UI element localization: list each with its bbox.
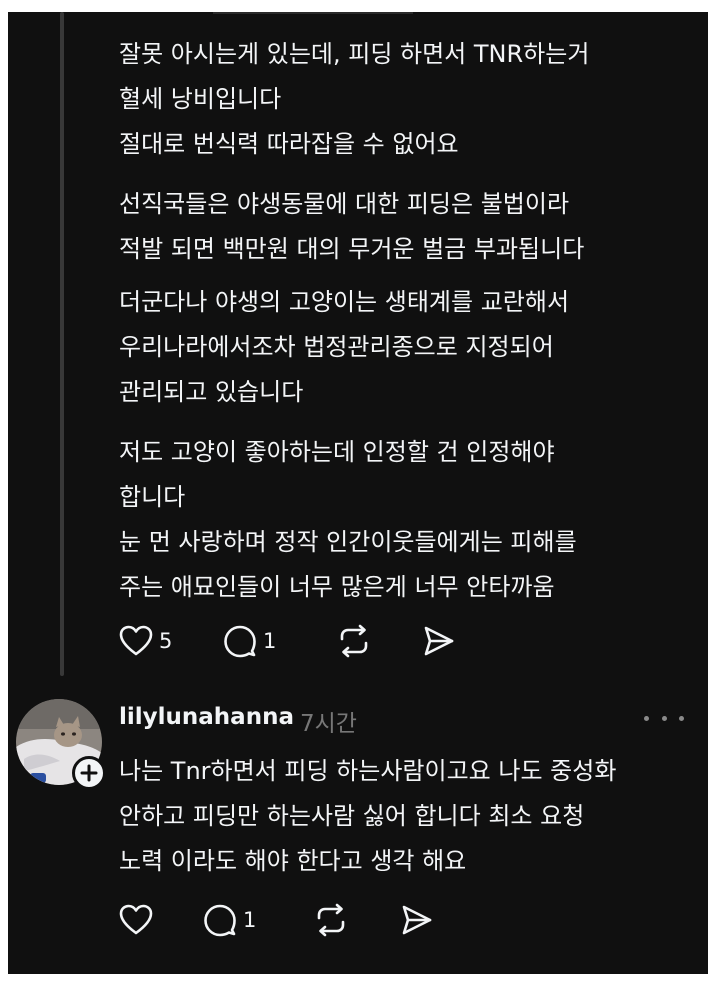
reply-button[interactable]: 1 <box>203 900 256 940</box>
follow-button[interactable] <box>72 756 106 790</box>
share-button[interactable] <box>421 621 455 661</box>
repost-icon <box>340 624 368 658</box>
threads-screen: 잘못 아시는게 있는데, 피딩 하면서 TNR하는거 혈세 낭비입니다 절대로 … <box>8 12 708 974</box>
repost-icon <box>317 903 345 937</box>
comment-actions: 1 <box>119 900 459 940</box>
like-count: 5 <box>159 629 173 653</box>
thread-connector-line <box>60 12 64 676</box>
heart-icon <box>119 904 153 935</box>
comment-paragraph: 잘못 아시는게 있는데, 피딩 하면서 TNR하는거 혈세 낭비입니다 절대로 … <box>119 40 590 158</box>
repost-button[interactable] <box>337 621 371 661</box>
reply-count: 1 <box>243 908 257 932</box>
more-dots-icon <box>679 715 684 721</box>
comment-bubble-icon <box>204 904 236 937</box>
comment-paragraph: 선직국들은 야생동물에 대한 피딩은 불법이라 적발 되면 백만원 대의 무거운… <box>119 190 585 263</box>
more-dots-icon <box>644 715 649 721</box>
like-button[interactable]: 5 <box>119 621 172 661</box>
send-icon <box>402 905 432 935</box>
more-dots-icon <box>661 715 667 721</box>
comment-bubble-icon <box>224 625 256 658</box>
plus-icon <box>80 764 98 782</box>
scroll-indicator <box>213 12 413 14</box>
reply-button[interactable]: 1 <box>223 621 276 661</box>
reply-count: 1 <box>263 629 277 653</box>
like-button[interactable] <box>119 900 153 940</box>
more-options-button[interactable] <box>644 706 684 730</box>
comment-paragraph: 더군다나 야생의 고양이는 생태계를 교란해서 우리나라에서조차 법정관리종으로… <box>119 288 570 406</box>
heart-icon <box>119 625 153 656</box>
username-link[interactable]: lilylunahanna <box>119 704 294 730</box>
timestamp: 7시간 <box>300 711 357 737</box>
comment-paragraph: 저도 고양이 좋아하는데 인정할 건 인정해야 합니다 눈 먼 사랑하며 정작 … <box>119 438 577 601</box>
send-icon <box>424 626 454 656</box>
comment-actions: 5 1 <box>119 621 459 661</box>
repost-button[interactable] <box>314 900 348 940</box>
share-button[interactable] <box>399 900 433 940</box>
comment-paragraph: 나는 Tnr하면서 피딩 하는사람이고요 나도 중성화 안하고 피딩만 하는사람… <box>119 757 617 875</box>
